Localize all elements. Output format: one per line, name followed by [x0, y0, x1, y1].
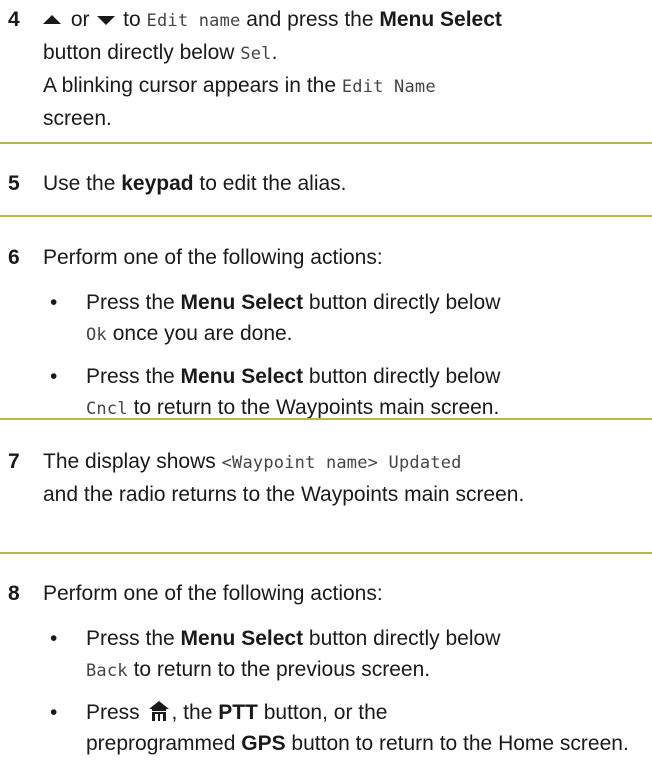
- menu-item-code: Edit name: [146, 11, 241, 31]
- bullet-item: • Press the Menu Select button directly …: [43, 361, 647, 425]
- text-to: to: [117, 8, 147, 31]
- text: to return to the Waypoints main screen.: [127, 396, 500, 419]
- step-number: 4: [8, 8, 20, 31]
- text: Press: [86, 701, 146, 724]
- step-text: Perform one of the following actions:: [43, 242, 647, 273]
- step-number: 5: [8, 172, 20, 195]
- bullet-dot: •: [50, 365, 58, 388]
- button-name: Menu Select: [180, 627, 304, 650]
- step-number: 8: [8, 582, 20, 605]
- arrow-up-icon: [43, 14, 61, 24]
- text: once you are done.: [106, 322, 293, 345]
- text-or: or: [65, 8, 96, 31]
- screen-name-code: Edit Name: [341, 77, 436, 97]
- text: button, or the: [257, 701, 388, 724]
- softkey-code: Sel: [240, 44, 272, 64]
- divider: [0, 418, 652, 420]
- text: button directly below: [303, 627, 501, 650]
- text: button directly below: [43, 41, 241, 64]
- keypad-label: keypad: [121, 172, 194, 195]
- text: button directly below: [303, 291, 501, 314]
- step-text: Use the keypad to edit the alias.: [43, 168, 647, 199]
- divider: [0, 142, 652, 144]
- text: screen.: [43, 107, 112, 130]
- step-text: Perform one of the following actions:: [43, 578, 647, 609]
- softkey-code: Ok: [86, 325, 107, 345]
- bullet-dot: •: [50, 627, 58, 650]
- text: button directly below: [303, 365, 501, 388]
- step-text: or to Edit name and press the Menu Selec…: [43, 4, 647, 134]
- softkey-code: Cncl: [86, 399, 128, 419]
- text: Use the: [43, 172, 122, 195]
- divider: [0, 552, 652, 554]
- text: preprogrammed: [86, 732, 242, 755]
- procedure-page: 4 or to Edit name and press the Menu Sel…: [0, 0, 652, 765]
- text: button to return to the Home screen.: [285, 732, 629, 755]
- text: Press the: [86, 365, 181, 388]
- bullet-item: • Press the Menu Select button directly …: [43, 623, 647, 687]
- bullet-item: • Press the Menu Select button directly …: [43, 287, 647, 351]
- home-icon: [148, 701, 169, 721]
- text: Press the: [86, 627, 181, 650]
- divider: [0, 215, 652, 217]
- bullet-dot: •: [50, 701, 58, 724]
- text: and press the: [240, 8, 380, 31]
- step-number: 6: [8, 246, 20, 269]
- text: The display shows: [43, 450, 222, 473]
- bullet-dot: •: [50, 291, 58, 314]
- display-message-code: <Waypoint name> Updated: [221, 453, 462, 473]
- text: and the radio returns to the Waypoints m…: [43, 483, 525, 506]
- button-name: Menu Select: [180, 365, 304, 388]
- text: to edit the alias.: [193, 172, 347, 195]
- text: to return to the previous screen.: [127, 658, 431, 681]
- bullet-list: • Press the Menu Select button directly …: [43, 623, 647, 769]
- gps-label: GPS: [241, 732, 286, 755]
- bullet-list: • Press the Menu Select button directly …: [43, 287, 647, 435]
- step-number: 7: [8, 450, 20, 473]
- softkey-code: Back: [86, 661, 128, 681]
- text: , the: [171, 701, 219, 724]
- step-intro: Perform one of the following actions:: [43, 582, 383, 605]
- text: Press the: [86, 291, 181, 314]
- step-text: The display shows <Waypoint name> Update…: [43, 446, 647, 510]
- ptt-label: PTT: [218, 701, 258, 724]
- bullet-item: • Press , the PTT button, or the preprog…: [43, 697, 647, 759]
- text: .: [271, 41, 278, 64]
- text: A blinking cursor appears in the: [43, 74, 342, 97]
- step-intro: Perform one of the following actions:: [43, 246, 383, 269]
- arrow-down-icon: [97, 15, 116, 25]
- button-name: Menu Select: [180, 291, 304, 314]
- button-name: Menu Select: [379, 8, 502, 31]
